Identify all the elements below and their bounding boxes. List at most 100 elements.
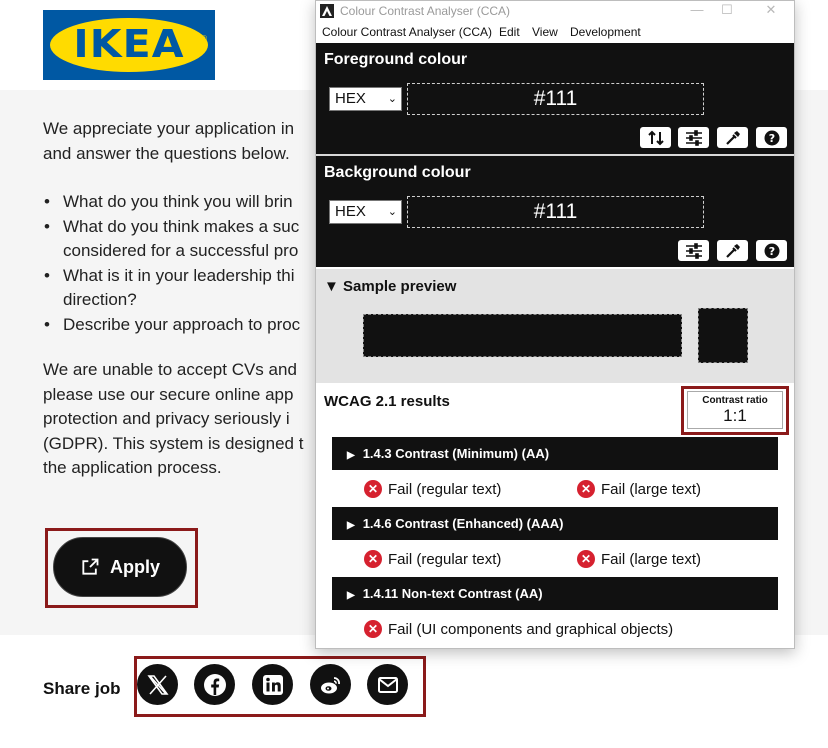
weibo-share-button[interactable] [310,664,351,705]
criterion-1-4-6[interactable]: ▶ 1.4.6 Contrast (Enhanced) (AAA) [332,507,778,540]
results-heading: WCAG 2.1 results [324,393,450,410]
swap-arrows-icon [647,130,664,145]
list-item: What do you think makes a suc considered… [43,215,318,264]
sample-preview-toggle[interactable]: ▼ Sample preview [324,278,456,295]
triangle-right-icon: ▶ [347,590,355,601]
foreground-heading: Foreground colour [324,51,468,68]
list-item-line: Describe your approach to proc [63,314,301,334]
background-hex-input[interactable]: #111 [407,196,704,228]
share-job-label: Share job [43,679,121,698]
facebook-share-button[interactable] [194,664,235,705]
chevron-down-icon: ⌄ [387,206,397,218]
foreground-eyedropper-button[interactable] [717,127,748,148]
intro-line: and answer the questions below. [43,143,290,163]
contrast-ratio-label: Contrast ratio [702,395,768,406]
title-bar[interactable]: Colour Contrast Analyser (CCA) — ☐ ✕ [316,1,794,22]
cca-window: Colour Contrast Analyser (CCA) — ☐ ✕ Col… [315,0,795,649]
background-panel: Background colour HEX ⌄ #111 ? [316,156,794,267]
swap-colours-button[interactable] [640,127,671,148]
list-item-line: What do you think makes a suc [63,216,300,236]
fail-text: Fail (regular text) [388,480,502,498]
menu-development[interactable]: Development [570,25,641,39]
facebook-icon [203,673,226,696]
criterion-1-4-11[interactable]: ▶ 1.4.11 Non-text Contrast (AA) [332,577,778,610]
wcag-results-section: WCAG 2.1 results Contrast ratio 1:1 ▶ 1.4… [316,384,794,648]
help-icon: ? [764,243,779,258]
external-link-icon [82,558,99,575]
foreground-format-select[interactable]: HEX ⌄ [329,87,402,111]
fail-result: ✕ Fail (regular text) [364,480,501,498]
background-help-button[interactable]: ? [756,240,787,261]
menu-view[interactable]: View [532,25,558,39]
format-value: HEX [335,203,366,220]
menu-bar: Colour Contrast Analyser (CCA) Edit View… [316,22,794,43]
triangle-right-icon: ▶ [347,450,355,461]
contrast-ratio-value: 1:1 [723,406,747,425]
background-eyedropper-button[interactable] [717,240,748,261]
sample-text-preview [363,314,682,357]
svg-text:?: ? [768,132,774,145]
cv-paragraph: We are unable to accept CVs and please u… [43,358,333,481]
criterion-title: 1.4.3 Contrast (Minimum) (AA) [362,446,550,461]
cv-line: We are unable to accept CVs and [43,360,297,379]
apply-label: Apply [109,556,160,577]
list-item: What do you think you will brin [43,190,318,215]
fail-text: Fail (UI components and graphical object… [388,620,674,638]
close-button[interactable]: ✕ [756,2,786,18]
list-item-line: What is it in your leadership thi [63,265,295,285]
sample-preview-section: ▼ Sample preview [316,269,794,383]
background-sliders-button[interactable] [678,240,709,261]
questions-list: What do you think you will brin What do … [43,190,318,337]
fail-text: Fail (regular text) [388,550,502,568]
format-value: HEX [335,90,366,107]
contrast-ratio-box: Contrast ratio 1:1 [687,391,783,429]
minimize-button[interactable]: — [682,2,712,17]
sliders-icon [685,242,702,259]
maximize-button[interactable]: ☐ [712,2,742,18]
sample-large-preview [698,308,748,363]
ikea-logo[interactable]: IKEA ® [43,10,215,80]
list-item: Describe your approach to proc [43,313,318,338]
list-item-line: considered for a successful pro [63,241,299,260]
foreground-panel: Foreground colour HEX ⌄ #111 ? [316,43,794,154]
eyedropper-icon [725,130,740,145]
cv-line: please use our secure online app [43,384,294,404]
list-item-line: direction? [63,290,137,309]
cca-app-icon [320,4,334,18]
sliders-icon [685,129,702,146]
sample-preview-heading: Sample preview [343,278,457,295]
fail-result: ✕ Fail (large text) [577,480,701,498]
x-icon [146,674,169,695]
eyedropper-icon [725,243,740,258]
background-format-select[interactable]: HEX ⌄ [329,200,402,224]
criterion-1-4-3[interactable]: ▶ 1.4.3 Contrast (Minimum) (AA) [332,437,778,470]
fail-icon: ✕ [364,550,382,568]
logo-registered-mark: ® [201,34,207,43]
menu-edit[interactable]: Edit [499,25,520,39]
fail-result: ✕ Fail (large text) [577,550,701,568]
cv-line: the application process. [43,458,222,477]
foreground-sliders-button[interactable] [678,127,709,148]
criterion-title: 1.4.6 Contrast (Enhanced) (AAA) [362,516,564,531]
criterion-title: 1.4.11 Non-text Contrast (AA) [362,586,543,601]
fail-text: Fail (large text) [601,550,702,568]
triangle-down-icon: ▼ [324,278,339,295]
menu-cca[interactable]: Colour Contrast Analyser (CCA) [322,25,492,39]
triangle-right-icon: ▶ [347,520,355,531]
linkedin-icon [262,674,283,695]
fail-text: Fail (large text) [601,480,702,498]
fail-result: ✕ Fail (UI components and graphical objec… [364,620,673,638]
cv-line: (GDPR). This system is designed t [43,433,304,453]
email-icon [377,676,398,693]
intro-line: We appreciate your application in [43,119,295,138]
foreground-help-button[interactable]: ? [756,127,787,148]
help-icon: ? [764,130,779,145]
cv-line: protection and privacy seriously i [43,409,290,428]
email-share-button[interactable] [367,664,408,705]
apply-button[interactable]: Apply [53,537,187,597]
background-heading: Background colour [324,164,471,181]
x-share-button[interactable] [137,664,178,705]
linkedin-share-button[interactable] [252,664,293,705]
foreground-hex-input[interactable]: #111 [407,83,704,115]
fail-result: ✕ Fail (regular text) [364,550,501,568]
